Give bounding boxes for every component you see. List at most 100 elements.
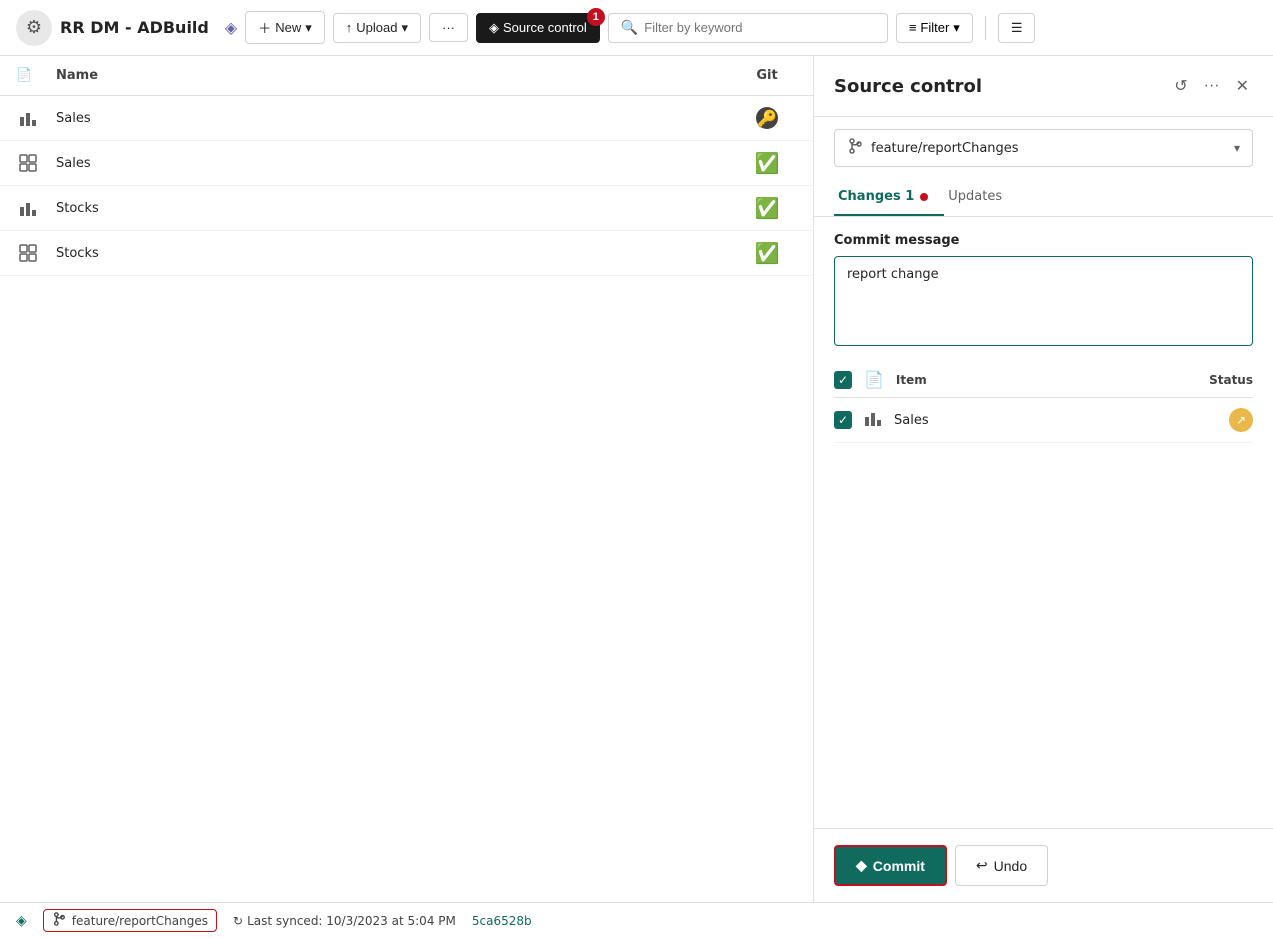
file-icon-header: 📄 (864, 370, 884, 389)
source-control-label: Source control (503, 20, 587, 35)
filter-button[interactable]: ≡ Filter ▾ (896, 13, 973, 43)
check-circle-icon: ✅ (755, 196, 780, 220)
table-row[interactable]: Sales 🔑 (0, 96, 813, 141)
modified-icon-symbol: ↗ (1236, 413, 1246, 427)
plus-icon: ＋ (258, 18, 271, 37)
change-name: Sales (894, 413, 1217, 428)
branch-name: feature/reportChanges (871, 141, 1234, 156)
panel-more-button[interactable]: ··· (1200, 73, 1224, 99)
commit-button[interactable]: ◆ Commit (834, 845, 947, 886)
table-header: 📄 Name Git (0, 56, 813, 96)
undo-button[interactable]: ↩ Undo (955, 845, 1048, 886)
tab-updates[interactable]: Updates (944, 179, 1018, 216)
commit-button-icon: ◆ (856, 857, 867, 874)
tab-changes[interactable]: Changes 1 (834, 179, 944, 216)
diamond-icon: ◈ (225, 18, 237, 37)
upload-icon: ↑ (346, 20, 353, 35)
topbar: ⚙ RR DM - ADBuild ◈ ＋ New ▾ ↑ Upload ▾ ·… (0, 0, 1273, 56)
row-status-stocks-1: ✅ (737, 196, 797, 220)
view-toggle-icon: ☰ (1011, 20, 1023, 36)
search-box[interactable]: 🔍 (608, 13, 888, 43)
close-button[interactable]: ✕ (1232, 72, 1253, 100)
changes-header: ✓ 📄 Item Status (834, 362, 1253, 398)
source-control-icon: ◈ (489, 20, 499, 36)
view-toggle-button[interactable]: ☰ (998, 13, 1036, 43)
row-status-sales-2: ✅ (737, 151, 797, 175)
row-name-stocks-2: Stocks (56, 246, 721, 261)
status-column-header: Status (1209, 373, 1253, 387)
row-status-sales-1: 🔑 (737, 107, 797, 129)
col-git-header: Git (737, 68, 797, 83)
app-icon: ⚙ (16, 10, 52, 46)
branch-selector[interactable]: feature/reportChanges ▾ (834, 129, 1253, 167)
branch-chevron-icon: ▾ (1234, 141, 1240, 155)
refresh-button[interactable]: ↺ (1170, 72, 1191, 100)
change-bar-chart-icon (864, 409, 882, 431)
search-input[interactable] (644, 20, 875, 35)
commit-button-label: Commit (873, 858, 925, 874)
buttons-area: ◆ Commit ↩ Undo (814, 828, 1273, 902)
table-row[interactable]: Stocks ✅ (0, 231, 813, 276)
search-icon: 🔍 (621, 20, 638, 36)
select-all-checkbox[interactable]: ✓ (834, 371, 852, 389)
filter-chevron-icon: ▾ (953, 20, 960, 36)
source-control-panel: Source control ↺ ··· ✕ feature/reportCha… (813, 56, 1273, 902)
bar-chart-icon (16, 196, 40, 220)
upload-label: Upload (356, 20, 397, 35)
branch-icon (847, 138, 863, 158)
more-button[interactable]: ··· (429, 13, 468, 42)
row-name-stocks-1: Stocks (56, 201, 721, 216)
upload-button[interactable]: ↑ Upload ▾ (333, 13, 421, 43)
upload-chevron-icon: ▾ (401, 20, 408, 36)
change-checkbox[interactable]: ✓ (834, 411, 852, 429)
bottom-bar: ◈ feature/reportChanges ↻ Last synced: 1… (0, 902, 1273, 938)
undo-label: Undo (994, 858, 1027, 874)
source-control-button[interactable]: ◈ Source control 1 (476, 13, 600, 43)
sync-text: Last synced: 10/3/2023 at 5:04 PM (247, 914, 456, 928)
new-label: New (275, 20, 301, 35)
filter-label: Filter (920, 20, 949, 35)
row-status-stocks-2: ✅ (737, 241, 797, 265)
grid-icon (16, 241, 40, 265)
bottom-git-icon: ◈ (16, 913, 27, 929)
tab-updates-label: Updates (948, 189, 1002, 204)
panel-title: Source control (834, 76, 1162, 97)
file-header-icon: 📄 (16, 68, 40, 83)
col-name-header: Name (56, 68, 721, 83)
table-row[interactable]: Sales ✅ (0, 141, 813, 186)
commit-hash[interactable]: 5ca6528b (472, 914, 532, 928)
key-icon: 🔑 (756, 107, 778, 129)
table-row[interactable]: Stocks ✅ (0, 186, 813, 231)
row-name-sales-1: Sales (56, 111, 721, 126)
tab-changes-label: Changes 1 (838, 189, 914, 204)
change-row[interactable]: ✓ Sales ↗ (834, 398, 1253, 443)
modified-status-icon: ↗ (1229, 408, 1253, 432)
bottom-branch-icon (52, 912, 66, 929)
commit-message-label: Commit message (834, 233, 1253, 248)
check-circle-icon: ✅ (755, 241, 780, 265)
left-panel: 📄 Name Git Sales 🔑 Sales ✅ (0, 56, 813, 902)
app-title: RR DM - ADBuild (60, 18, 209, 37)
bar-chart-icon (16, 106, 40, 130)
bottom-branch[interactable]: feature/reportChanges (43, 909, 217, 932)
changes-dot (920, 193, 928, 201)
panel-header: Source control ↺ ··· ✕ (814, 56, 1273, 117)
undo-icon: ↩ (976, 857, 988, 874)
main-content: 📄 Name Git Sales 🔑 Sales ✅ (0, 56, 1273, 902)
grid-icon (16, 151, 40, 175)
commit-area: Commit message report change ✓ 📄 Item St… (814, 217, 1273, 828)
new-button[interactable]: ＋ New ▾ (245, 11, 325, 44)
check-circle-icon: ✅ (755, 151, 780, 175)
sync-icon: ↻ (233, 914, 243, 928)
commit-message-input[interactable]: report change (834, 256, 1253, 346)
filter-icon: ≡ (909, 20, 917, 35)
app-icon-symbol: ⚙ (26, 17, 42, 38)
row-name-sales-2: Sales (56, 156, 721, 171)
more-icon: ··· (442, 20, 455, 35)
bottom-sync[interactable]: ↻ Last synced: 10/3/2023 at 5:04 PM (233, 914, 456, 928)
bottom-branch-name: feature/reportChanges (72, 914, 208, 928)
topbar-divider (985, 16, 986, 40)
tabs: Changes 1 Updates (814, 179, 1273, 217)
new-chevron-icon: ▾ (305, 20, 312, 36)
changes-list: ✓ 📄 Item Status ✓ Sales ↗ (834, 362, 1253, 812)
